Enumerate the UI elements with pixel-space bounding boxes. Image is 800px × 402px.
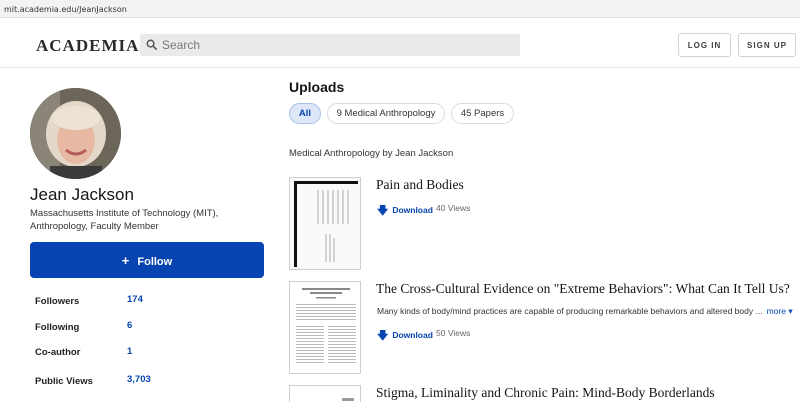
- stat-value-following[interactable]: 6: [127, 320, 132, 331]
- uploads-heading: Uploads: [289, 79, 345, 95]
- profile-affiliation: Massachusetts Institute of Technology (M…: [30, 208, 219, 232]
- signup-button[interactable]: SIGN UP: [738, 33, 796, 57]
- download-label: Download: [392, 205, 433, 215]
- filter-all[interactable]: All: [289, 103, 321, 124]
- filter-medical-anthropology[interactable]: 9 Medical Anthropology: [327, 103, 445, 124]
- stat-value-followers[interactable]: 174: [127, 294, 143, 305]
- stat-label-coauthor[interactable]: Co-author: [35, 347, 80, 358]
- download-button[interactable]: 🡇 Download: [377, 327, 433, 346]
- follow-button[interactable]: + Follow: [30, 242, 264, 278]
- view-count: 40 Views: [436, 203, 471, 213]
- download-arrow-icon: 🡇: [377, 330, 389, 342]
- follow-button-label: Follow: [137, 255, 173, 268]
- profile-name: Jean Jackson: [30, 185, 134, 204]
- work-title[interactable]: Stigma, Liminality and Chronic Pain: Min…: [376, 385, 715, 401]
- document-preview-icon: [290, 282, 360, 373]
- work-title[interactable]: The Cross-Cultural Evidence on "Extreme …: [376, 281, 790, 297]
- filter-papers[interactable]: 45 Papers: [451, 103, 514, 124]
- work-thumbnail[interactable]: [289, 385, 361, 402]
- stat-label-following[interactable]: Following: [35, 322, 79, 333]
- document-preview-icon: [290, 386, 360, 402]
- download-label: Download: [392, 330, 433, 340]
- download-arrow-icon: 🡇: [377, 205, 389, 217]
- work-abstract: Many kinds of body/mind practices are ca…: [377, 306, 793, 317]
- document-preview-icon: [290, 178, 360, 269]
- more-label: more: [766, 306, 786, 316]
- stat-label-public-views: Public Views: [35, 376, 93, 387]
- caret-down-icon: ▾: [788, 306, 793, 316]
- work-thumbnail[interactable]: [289, 177, 361, 270]
- stat-value-public-views: 3,703: [127, 374, 151, 385]
- profile-avatar: [30, 88, 121, 179]
- browser-url-bar[interactable]: mit.academia.edu/JeanJackson: [0, 0, 800, 18]
- url-text: mit.academia.edu/JeanJackson: [4, 5, 127, 14]
- download-button[interactable]: 🡇 Download: [377, 202, 433, 221]
- search-icon: [146, 39, 157, 50]
- search-bar[interactable]: [140, 34, 520, 56]
- stat-value-coauthor[interactable]: 1: [127, 346, 132, 357]
- avatar-photo: [30, 88, 121, 179]
- work-title[interactable]: Pain and Bodies: [376, 177, 464, 193]
- view-count: 50 Views: [436, 328, 471, 338]
- work-thumbnail[interactable]: [289, 281, 361, 374]
- stat-label-followers[interactable]: Followers: [35, 296, 79, 307]
- search-input[interactable]: [162, 34, 512, 56]
- academia-logo[interactable]: ACADEMIA: [36, 36, 139, 56]
- section-label: Medical Anthropology by Jean Jackson: [289, 148, 454, 159]
- top-navigation: ACADEMIA LOG IN SIGN UP: [0, 18, 800, 68]
- plus-icon: +: [121, 252, 130, 268]
- abstract-text: Many kinds of body/mind practices are ca…: [377, 306, 763, 316]
- more-link[interactable]: more ▾: [767, 306, 793, 316]
- login-button[interactable]: LOG IN: [678, 33, 731, 57]
